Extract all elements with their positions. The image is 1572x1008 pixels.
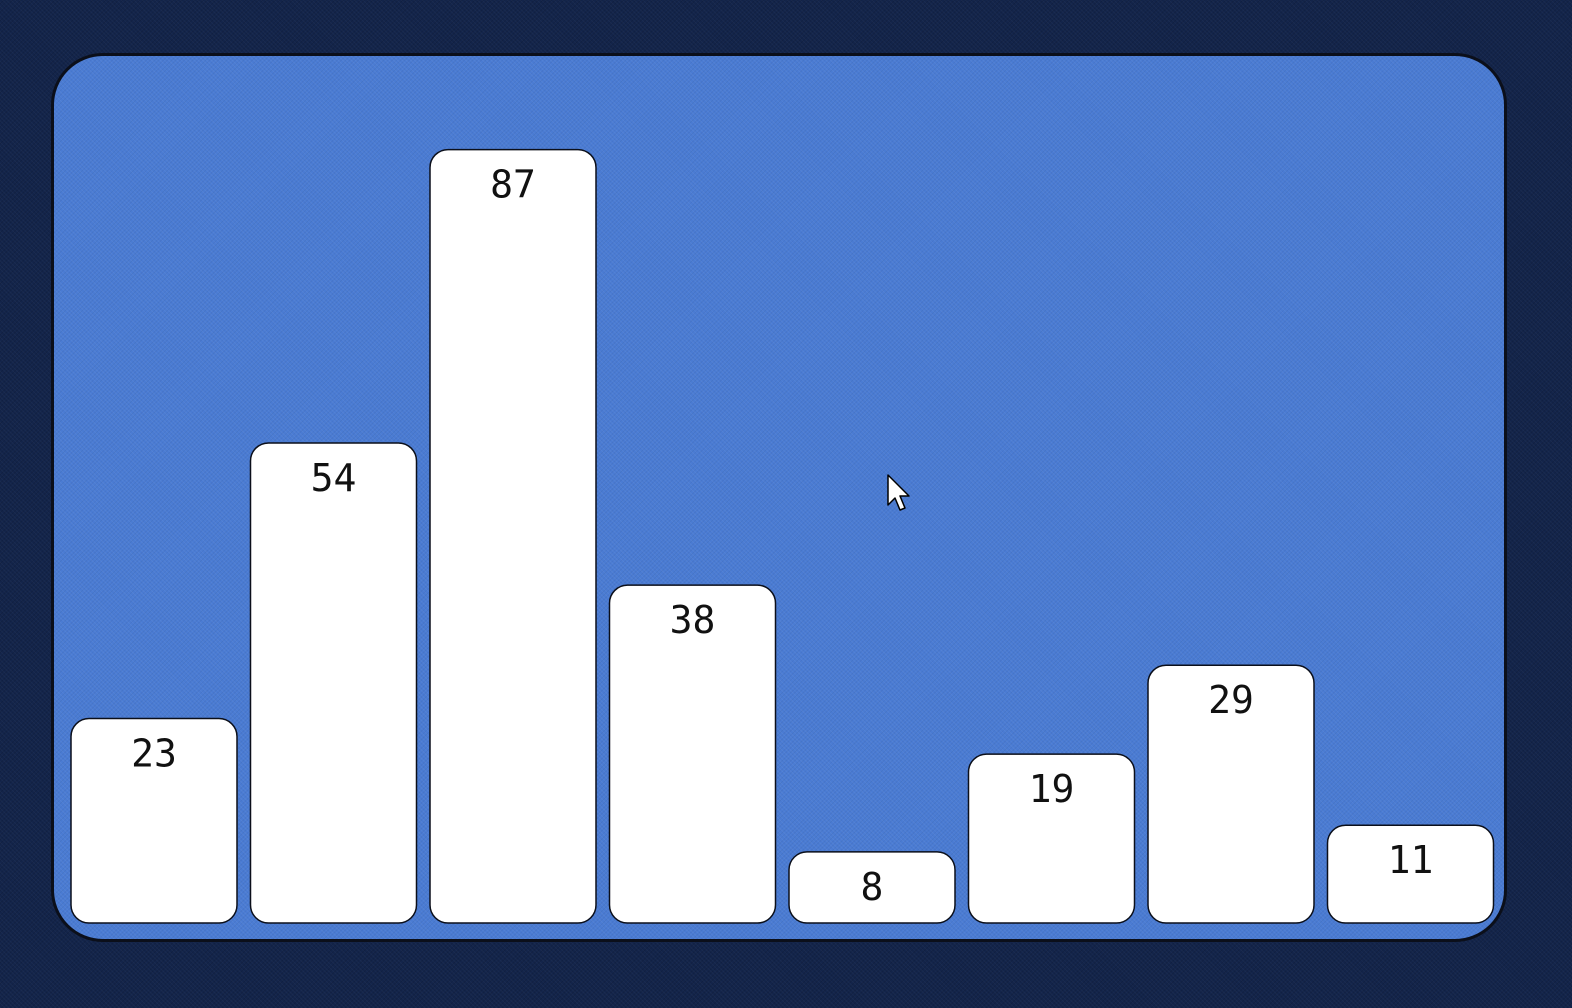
bar-value-label: 23 [131, 732, 177, 776]
bar-value-label: 87 [490, 163, 536, 207]
bar [429, 148, 597, 924]
bar-value-label: 54 [311, 456, 357, 500]
bar-value-label: 19 [1029, 767, 1075, 811]
bar-value-label: 11 [1388, 838, 1434, 882]
mouse-pointer-icon [887, 474, 910, 511]
chart-panel: 23 54 87 38 8 19 29 11 [51, 53, 1507, 942]
bar-chart: 23 54 87 38 8 19 29 11 [70, 148, 1495, 924]
bar [249, 442, 418, 924]
bar-value-label: 29 [1208, 678, 1254, 722]
bar-value-label: 38 [670, 598, 716, 642]
bar-value-label: 8 [861, 865, 884, 909]
